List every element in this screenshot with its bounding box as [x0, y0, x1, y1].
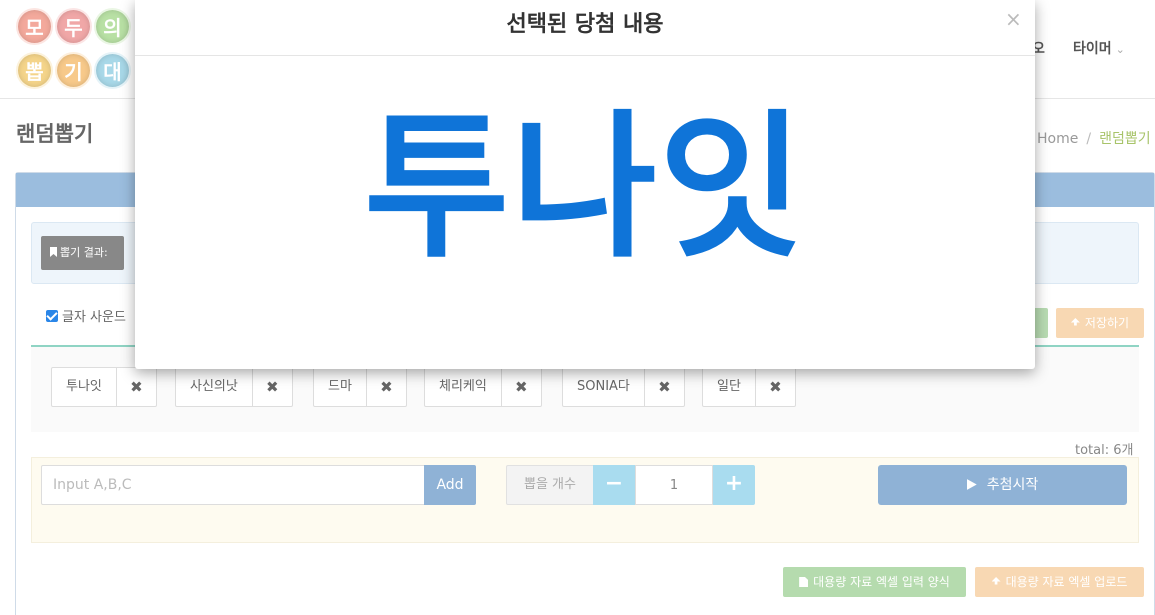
tag-name: SONIA다	[577, 379, 630, 394]
download-icon	[1070, 318, 1080, 326]
logo-char: 모	[16, 8, 53, 45]
breadcrumb: Home / 랜덤뽑기	[1037, 128, 1151, 148]
selected-result: 투나잇	[363, 96, 807, 280]
logo-char: 대	[94, 52, 131, 89]
tag-name: 일단	[717, 379, 741, 394]
tag-name: 드마	[328, 379, 352, 394]
modal-title: 선택된 당첨 내용	[506, 12, 664, 37]
list-item: 일단 ✖	[702, 367, 796, 407]
logo-char: 기	[55, 52, 92, 89]
add-button[interactable]: Add	[424, 465, 476, 505]
chevron-down-icon: ⌄	[1115, 43, 1125, 56]
start-draw-label: 추첨시작	[986, 477, 1039, 493]
excel-upload-button[interactable]: 대용량 자료 엑셀 업로드	[975, 567, 1144, 597]
close-icon[interactable]: ×	[1005, 7, 1022, 31]
nav-item-timer-label: 타이머	[1073, 41, 1112, 57]
tag-name: 투나잇	[66, 379, 102, 394]
list-item: 투나잇 ✖	[51, 367, 157, 407]
save-button-label: 저장하기	[1084, 316, 1130, 330]
logo-char: 두	[55, 8, 92, 45]
play-icon	[966, 479, 977, 490]
total-count: total: 6개	[1075, 443, 1134, 458]
close-icon[interactable]: ✖	[754, 368, 795, 406]
modal-divider	[135, 55, 1035, 56]
list-item: 드마 ✖	[313, 367, 407, 407]
upload-icon	[991, 577, 1001, 585]
result-label: 뽑기 결과:	[41, 236, 124, 270]
bookmark-icon	[50, 247, 57, 257]
excel-form-label: 대용량 자료 엑셀 입력 양식	[813, 575, 950, 589]
close-icon[interactable]: ✖	[643, 368, 684, 406]
breadcrumb-separator: /	[1086, 131, 1092, 147]
breadcrumb-home[interactable]: Home	[1037, 131, 1078, 147]
file-icon	[799, 577, 809, 587]
sound-checkbox[interactable]: 글자 사운드	[46, 306, 126, 325]
checkbox-checked-icon[interactable]	[46, 310, 58, 322]
list-item: 체리케익 ✖	[424, 367, 542, 407]
increment-button[interactable]: +	[713, 465, 755, 505]
list-item: SONIA다 ✖	[562, 367, 685, 407]
page-title: 랜덤뽑기	[16, 122, 94, 146]
close-icon[interactable]: ✖	[365, 368, 406, 406]
excel-form-button[interactable]: 대용량 자료 엑셀 입력 양식	[783, 567, 966, 597]
site-logo[interactable]: 모 두 의 뽑 기 대	[14, 4, 144, 94]
sound-checkbox-label: 글자 사운드	[62, 310, 126, 325]
logo-char: 뽑	[16, 52, 53, 89]
nav-item-timer[interactable]: 타이머 ⌄	[1073, 38, 1125, 58]
close-icon[interactable]: ✖	[115, 368, 156, 406]
item-input[interactable]	[41, 465, 425, 505]
close-icon[interactable]: ✖	[251, 368, 292, 406]
decrement-button[interactable]: −	[593, 465, 635, 505]
start-draw-button[interactable]: 추첨시작	[878, 465, 1127, 505]
tag-name: 사신의낫	[190, 379, 238, 394]
close-icon[interactable]: ✖	[500, 368, 541, 406]
count-label: 뽑을 개수	[506, 465, 594, 505]
tag-name: 체리케익	[439, 379, 487, 394]
breadcrumb-current: 랜덤뽑기	[1099, 131, 1151, 147]
result-modal: 선택된 당첨 내용 × 투나잇	[135, 0, 1035, 369]
excel-upload-label: 대용량 자료 엑셀 업로드	[1005, 575, 1128, 589]
count-input[interactable]	[635, 465, 713, 505]
result-label-text: 뽑기 결과:	[60, 246, 108, 259]
logo-char: 의	[94, 8, 131, 45]
list-item: 사신의낫 ✖	[175, 367, 293, 407]
save-button[interactable]: 저장하기	[1056, 308, 1144, 338]
